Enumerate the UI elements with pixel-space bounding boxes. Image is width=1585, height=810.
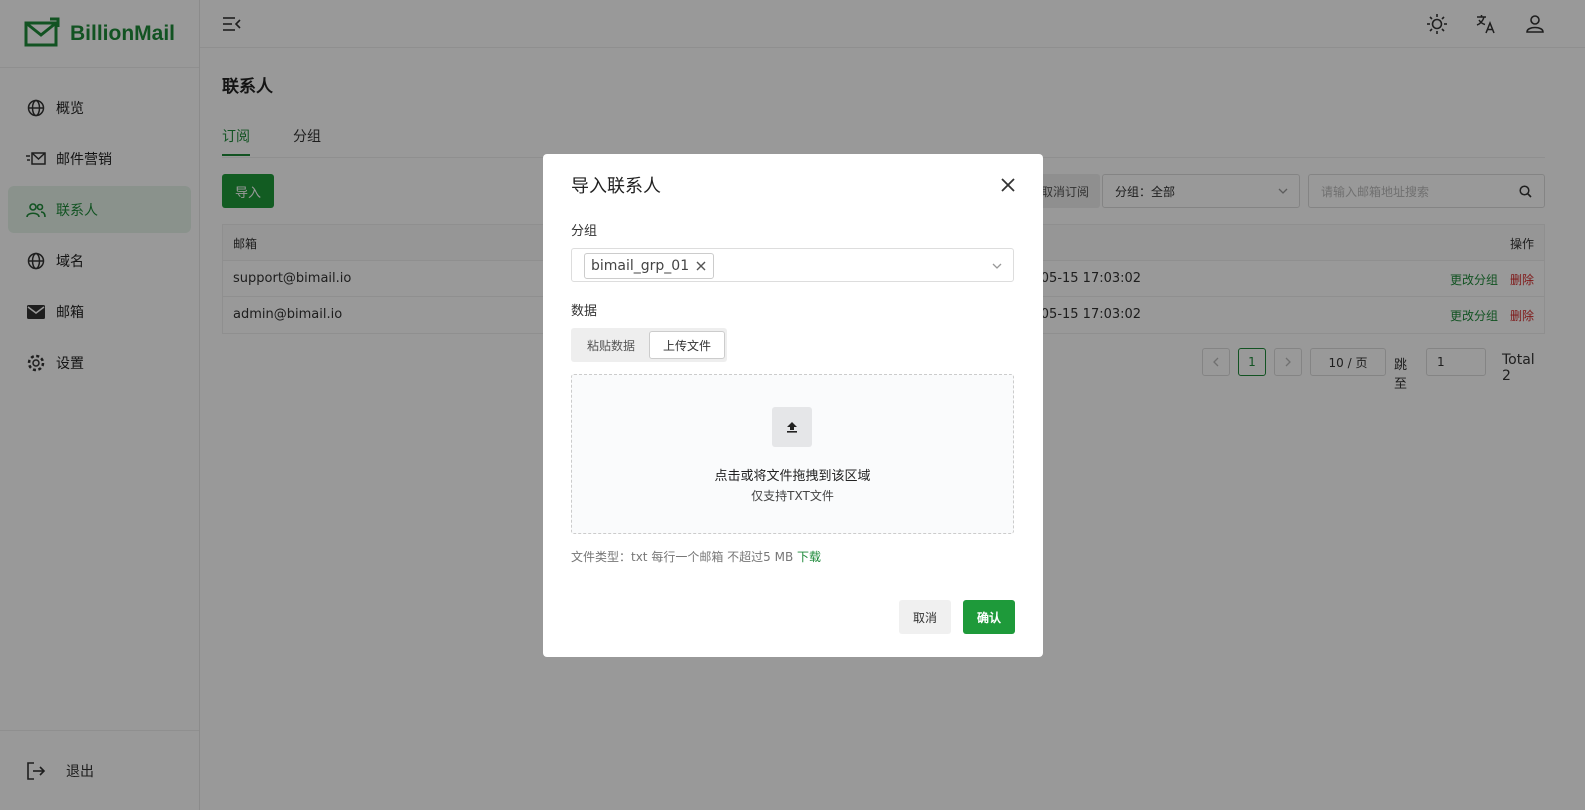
data-label: 数据 <box>571 304 598 319</box>
file-drop-zone[interactable]: 点击或将文件拖拽到该区域 仅支持TXT文件 <box>571 374 1014 534</box>
chevron-down-icon <box>991 260 1003 276</box>
file-hint: 文件类型：txt 每行一个邮箱 不超过5 MB 下载 <box>571 548 821 565</box>
confirm-button[interactable]: 确认 <box>963 600 1015 634</box>
drop-zone-text: 点击或将文件拖拽到该区域 <box>714 469 871 484</box>
drop-zone-subtext: 仅支持TXT文件 <box>751 489 834 503</box>
group-tag-label: bimail_grp_01 <box>591 258 690 274</box>
file-hint-text: 文件类型：txt 每行一个邮箱 不超过5 MB <box>571 550 794 564</box>
import-contacts-dialog: 导入联系人 分组 bimail_grp_01 数据 粘贴数据 上传文件 点击或将… <box>543 154 1043 657</box>
download-link[interactable]: 下载 <box>797 550 821 564</box>
paste-data-option[interactable]: 粘贴数据 <box>575 331 647 359</box>
dialog-title: 导入联系人 <box>571 176 661 197</box>
cancel-button[interactable]: 取消 <box>899 600 951 634</box>
upload-icon <box>772 407 812 447</box>
group-select[interactable]: bimail_grp_01 <box>571 248 1014 282</box>
upload-file-option[interactable]: 上传文件 <box>649 331 725 359</box>
close-icon[interactable] <box>999 176 1017 194</box>
data-source-toggle: 粘贴数据 上传文件 <box>571 328 727 362</box>
tag-remove-icon[interactable] <box>695 260 707 276</box>
group-label: 分组 <box>571 224 598 239</box>
group-tag: bimail_grp_01 <box>584 253 715 279</box>
